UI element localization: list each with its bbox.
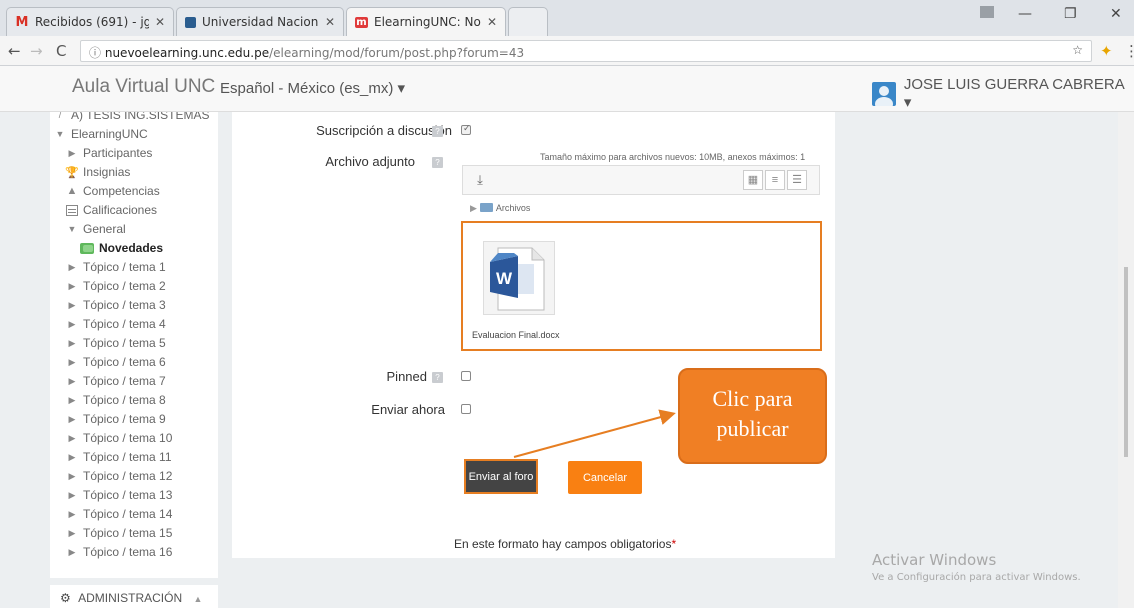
watermark-title: Activar Windows — [872, 551, 997, 569]
annotation-arrow — [513, 409, 676, 458]
instruction-callout: Clic para publicar — [678, 368, 827, 464]
page-scrollbar[interactable] — [1118, 112, 1134, 608]
callout-line: publicar — [716, 416, 789, 441]
scrollbar-thumb[interactable] — [1124, 267, 1128, 457]
watermark-subtitle: Ve a Configuración para activar Windows. — [872, 572, 1081, 583]
windows-activation-watermark: Activar Windows Ve a Configuración para … — [872, 551, 1081, 583]
callout-line: Clic para — [712, 386, 793, 411]
